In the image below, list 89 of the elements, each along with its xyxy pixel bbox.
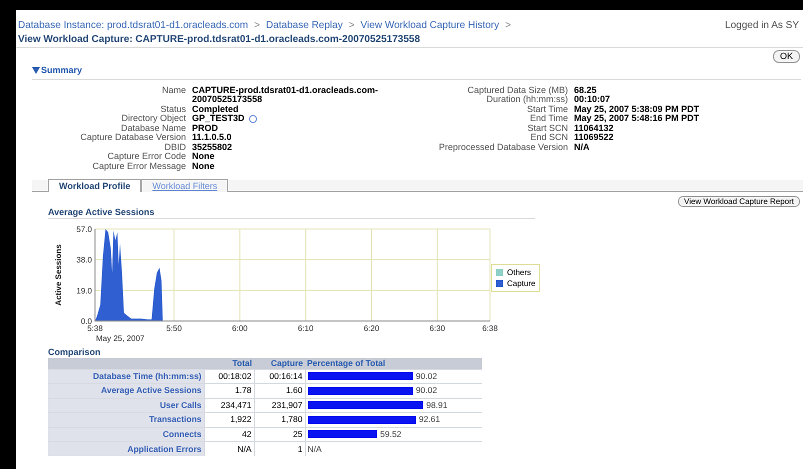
- row-label: Transactions: [48, 412, 204, 427]
- field-value: None: [192, 152, 216, 162]
- x-tick-label: 6:00: [232, 324, 248, 332]
- table-cell: 231,907: [254, 398, 305, 412]
- tab[interactable]: Workload Profile: [48, 178, 142, 192]
- row-label: Application Errors: [48, 442, 204, 456]
- legend-label: Others: [507, 266, 532, 278]
- table-cell: N/A: [204, 442, 254, 456]
- field-value: 00:10:07: [574, 95, 612, 104]
- field-value: 35255802: [192, 142, 234, 152]
- field-label: Duration (hh:mm:ss): [486, 95, 568, 104]
- ok-button[interactable]: OK: [772, 50, 800, 63]
- field-value: CAPTURE-prod.tdsrat01-d1.oracleads.com-20070525173558: [192, 86, 380, 104]
- field-label: Database Name: [120, 124, 186, 133]
- section-title: Average Active Sessions: [48, 206, 535, 218]
- percentage-value: 90.02: [416, 384, 438, 398]
- field-label: Preprocessed Database Version: [438, 142, 568, 152]
- field-label: Start Time: [526, 104, 568, 114]
- table-cell: 1.78: [204, 384, 254, 398]
- field-label: Capture Database Version: [79, 133, 186, 142]
- x-tick-label: 6:38: [482, 324, 498, 332]
- row-label: Connects: [48, 427, 204, 442]
- percentage-value: 59.52: [380, 428, 402, 441]
- field-label: Name: [160, 86, 186, 96]
- field-value: 11069522: [574, 133, 615, 142]
- legend-label: Capture: [507, 278, 536, 288]
- x-tick-label: 6:10: [298, 324, 314, 332]
- table-cell: 1.60: [254, 384, 305, 398]
- field-label: End SCN: [529, 133, 568, 142]
- field-label: End Time: [528, 114, 568, 124]
- field-label: Status: [159, 104, 186, 114]
- breadcrumb-separator: >: [505, 19, 511, 33]
- x-tick-label: 5:50: [166, 324, 182, 332]
- table-cell: 234,471: [204, 398, 254, 412]
- breadcrumb-link[interactable]: View Workload Capture History: [360, 18, 500, 33]
- y-tick-label: 0.0: [80, 316, 92, 326]
- field-label: Start SCN: [526, 124, 568, 133]
- table-cell: 00:18:02: [204, 369, 254, 384]
- field-value: May 25, 2007 5:38:09 PM PDT: [574, 104, 700, 114]
- percentage-value: 98.91: [426, 398, 448, 412]
- table-cell: 1,780: [254, 412, 305, 427]
- field-value: None: [192, 162, 216, 171]
- field-label: Capture Error Message: [91, 162, 186, 171]
- row-label: User Calls: [48, 398, 204, 412]
- percentage-value: 92.61: [418, 413, 440, 426]
- field-label: Capture Error Code: [106, 152, 186, 162]
- breadcrumb-separator: >: [254, 19, 260, 33]
- field-label: DBID: [163, 142, 186, 152]
- field-value: 68.25: [574, 86, 598, 95]
- page-title: View Workload Capture: CAPTURE-prod.tdsrat01-d1.oracleads.com-20070525173558: [16, 33, 803, 48]
- breadcrumb-separator: >: [348, 19, 355, 33]
- logged-in-text: Logged in As SY: [725, 19, 800, 33]
- table-cell: 00:16:14: [254, 369, 305, 384]
- x-tick-label: 6:30: [430, 324, 446, 332]
- x-tick-label: 6:20: [364, 324, 380, 332]
- x-tick-label: 5:38: [87, 324, 103, 332]
- date-label: May 25, 2007: [96, 334, 144, 342]
- field-value: Completed: [192, 104, 239, 114]
- view-report-button[interactable]: View Workload Capture Report: [678, 196, 800, 206]
- breadcrumb-link[interactable]: Database Instance: prod.tdsrat01-d1.oracleads.com: [18, 18, 248, 33]
- column-header: Percentage of Total: [305, 358, 482, 369]
- column-header: Capture: [254, 358, 305, 369]
- y-tick-label: 57.0: [76, 224, 92, 234]
- breadcrumb-link[interactable]: Database Replay: [266, 18, 343, 33]
- section-title[interactable]: Summary: [41, 64, 82, 78]
- percentage-value: 90.02: [416, 370, 438, 383]
- y-tick-label: 19.0: [76, 286, 92, 295]
- y-axis-title: Active Sessions: [54, 244, 63, 306]
- field-value: N/A: [574, 142, 590, 152]
- y-tick-label: 38.0: [76, 255, 92, 264]
- collapse-triangle-icon[interactable]: [32, 67, 40, 74]
- field-label: Directory Object: [120, 114, 186, 124]
- table-cell: 1,922: [204, 412, 254, 427]
- table-cell: 1: [254, 442, 305, 456]
- field-value: PROD: [192, 124, 220, 133]
- field-value: 11.1.0.5.0: [192, 133, 233, 142]
- row-label: Database Time (hh:mm:ss): [48, 369, 204, 384]
- field-value: 11064132: [574, 124, 615, 133]
- percentage-bar: [308, 430, 378, 438]
- field-value: GP_TEST3D: [192, 114, 245, 124]
- table-cell: 42: [204, 427, 254, 442]
- section-title: Comparison: [48, 346, 102, 358]
- info-icon[interactable]: [248, 115, 257, 123]
- row-label: Average Active Sessions: [48, 384, 204, 398]
- percentage-value: N/A: [308, 442, 322, 456]
- table-cell: 25: [254, 427, 305, 442]
- column-header: Total: [204, 358, 254, 369]
- field-value: May 25, 2007 5:48:16 PM PDT: [574, 114, 700, 124]
- field-label: Captured Data Size (MB): [466, 86, 568, 95]
